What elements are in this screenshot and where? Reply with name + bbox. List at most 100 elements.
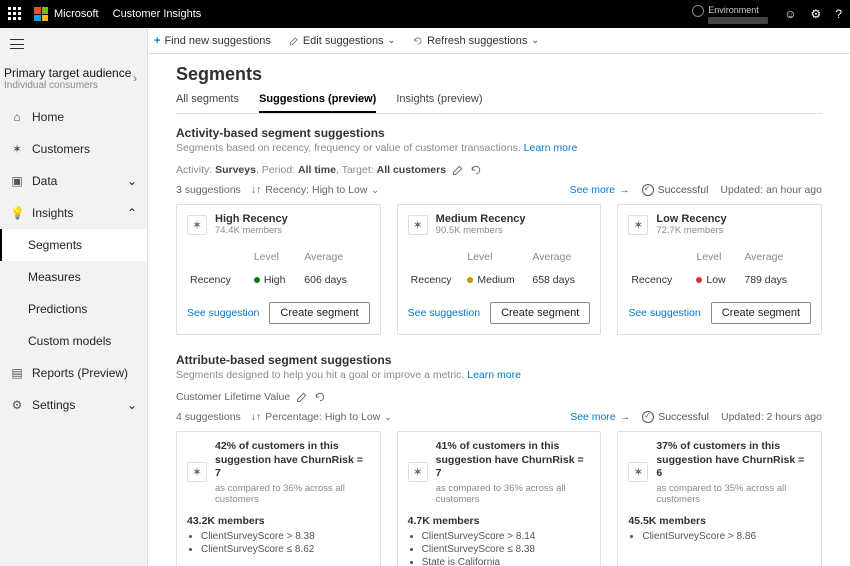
chevron-down-icon: ⌄ bbox=[127, 174, 137, 188]
cmd-find-suggestions[interactable]: + Find new suggestions bbox=[154, 35, 271, 47]
learn-more-link[interactable]: Learn more bbox=[467, 369, 521, 381]
col-average: Average bbox=[531, 250, 588, 271]
nav-segments-label: Segments bbox=[28, 238, 82, 252]
gear-icon: ⚙ bbox=[10, 398, 24, 412]
rule-list: ClientSurveyScore > 8.86 bbox=[628, 531, 811, 544]
people-icon: ✶ bbox=[10, 142, 24, 156]
cmd-edit-label: Edit suggestions bbox=[303, 35, 384, 47]
check-circle-icon bbox=[642, 184, 654, 196]
environment-name-redacted bbox=[708, 17, 768, 24]
card-members: 43.2K members bbox=[187, 515, 370, 527]
sort-control[interactable]: ↓↑ Percentage: High to Low ⌄ bbox=[251, 411, 392, 423]
period-prefix: , Period: bbox=[256, 164, 298, 176]
see-more-link[interactable]: See more→ bbox=[570, 184, 630, 196]
environment-icon bbox=[692, 5, 704, 17]
learn-more-link[interactable]: Learn more bbox=[524, 142, 578, 154]
activity-card: ✶ High Recency 74.4K members LevelAverag… bbox=[176, 204, 381, 335]
environment-picker[interactable]: Environment bbox=[692, 5, 768, 24]
metric-level: High bbox=[253, 273, 301, 290]
col-level: Level bbox=[695, 250, 741, 271]
activity-section-desc-text: Segments based on recency, frequency or … bbox=[176, 142, 524, 154]
metric-level: Medium bbox=[466, 273, 529, 290]
card-members: 45.5K members bbox=[628, 515, 811, 527]
nav-data[interactable]: ▣Data ⌄ bbox=[0, 165, 147, 197]
nav-customers[interactable]: ✶ Customers bbox=[0, 133, 147, 165]
segment-icon: ✶ bbox=[187, 462, 207, 482]
page-title: Segments bbox=[176, 64, 822, 85]
audience-selector[interactable]: Primary target audience Individual consu… bbox=[0, 60, 147, 101]
arrow-right-icon: → bbox=[619, 184, 630, 196]
nav-settings-label: Settings bbox=[32, 398, 75, 412]
settings-icon[interactable]: ⚙ bbox=[811, 7, 822, 21]
rule-bullet: ClientSurveyScore > 8.86 bbox=[642, 531, 811, 542]
metric-average: 789 days bbox=[743, 273, 809, 290]
nav-insights-label: Insights bbox=[32, 206, 73, 220]
see-suggestion-link[interactable]: See suggestion bbox=[187, 307, 259, 319]
nav-toggle[interactable] bbox=[0, 28, 147, 60]
nav-reports[interactable]: ▤ Reports (Preview) bbox=[0, 357, 147, 389]
status-badge: Successful bbox=[642, 184, 709, 196]
chevron-up-icon: ⌃ bbox=[127, 206, 137, 220]
nav-predictions[interactable]: Predictions bbox=[0, 293, 147, 325]
nav-measures-label: Measures bbox=[28, 270, 81, 284]
refresh-icon bbox=[413, 36, 423, 46]
nav-home[interactable]: ⌂ Home bbox=[0, 101, 147, 133]
tab-insights[interactable]: Insights (preview) bbox=[396, 93, 482, 113]
pencil-icon[interactable] bbox=[452, 164, 464, 176]
feedback-icon[interactable]: ☺ bbox=[784, 7, 796, 21]
nav-segments[interactable]: Segments bbox=[0, 229, 147, 261]
refresh-icon[interactable] bbox=[314, 391, 326, 403]
cmd-find-label: Find new suggestions bbox=[164, 35, 270, 47]
card-compare: as compared to 36% across all customers bbox=[436, 483, 591, 505]
card-members: 74.4K members bbox=[215, 225, 288, 236]
tab-all-segments[interactable]: All segments bbox=[176, 93, 239, 113]
product-name: Customer Insights bbox=[113, 8, 202, 20]
sort-label: Percentage: High to Low bbox=[265, 411, 380, 423]
col-average: Average bbox=[743, 250, 809, 271]
rule-bullet: State is California bbox=[422, 557, 591, 566]
activity-value: Surveys bbox=[215, 164, 256, 176]
status-text: Successful bbox=[658, 411, 709, 423]
metric-row-label: Recency bbox=[630, 273, 693, 290]
status-badge: Successful bbox=[642, 411, 709, 423]
cmd-edit-suggestions[interactable]: Edit suggestions ⌄ bbox=[289, 35, 395, 47]
card-headline: 42% of customers in this suggestion have… bbox=[215, 440, 370, 481]
col-level: Level bbox=[253, 250, 301, 271]
nav-custom-models[interactable]: Custom models bbox=[0, 325, 147, 357]
tab-suggestions[interactable]: Suggestions (preview) bbox=[259, 93, 376, 113]
activity-section-desc: Segments based on recency, frequency or … bbox=[176, 142, 822, 154]
nav-settings[interactable]: ⚙Settings ⌄ bbox=[0, 389, 147, 421]
see-more-link[interactable]: See more→ bbox=[570, 411, 630, 423]
app-launcher-icon[interactable] bbox=[8, 7, 22, 21]
audience-subtitle: Individual consumers bbox=[4, 80, 131, 91]
cmd-refresh-suggestions[interactable]: Refresh suggestions ⌄ bbox=[413, 35, 539, 47]
nav-measures[interactable]: Measures bbox=[0, 261, 147, 293]
sort-control[interactable]: ↓↑ Recency: High to Low ⌄ bbox=[251, 184, 379, 196]
pencil-icon[interactable] bbox=[296, 391, 308, 403]
see-suggestion-link[interactable]: See suggestion bbox=[628, 307, 700, 319]
brand: Microsoft bbox=[34, 7, 99, 21]
target-value: All customers bbox=[377, 164, 446, 176]
attribute-card: ✶ 42% of customers in this suggestion ha… bbox=[176, 431, 381, 566]
left-nav: Primary target audience Individual consu… bbox=[0, 28, 148, 566]
see-suggestion-link[interactable]: See suggestion bbox=[408, 307, 480, 319]
main-content: + Find new suggestions Edit suggestions … bbox=[148, 28, 850, 566]
card-headline: 37% of customers in this suggestion have… bbox=[656, 440, 811, 481]
create-segment-button[interactable]: Create segment bbox=[490, 302, 590, 324]
create-segment-button[interactable]: Create segment bbox=[711, 302, 811, 324]
audience-title: Primary target audience bbox=[4, 66, 131, 80]
help-icon[interactable]: ? bbox=[835, 7, 842, 21]
reports-icon: ▤ bbox=[10, 366, 24, 380]
card-compare: as compared to 36% across all customers bbox=[215, 483, 370, 505]
period-value: All time bbox=[298, 164, 336, 176]
create-segment-button[interactable]: Create segment bbox=[269, 302, 369, 324]
metric-row-label: Recency bbox=[189, 273, 251, 290]
attribute-section-desc: Segments designed to help you hit a goal… bbox=[176, 369, 822, 381]
refresh-icon[interactable] bbox=[470, 164, 482, 176]
card-members: 4.7K members bbox=[408, 515, 591, 527]
col-average: Average bbox=[303, 250, 367, 271]
nav-insights[interactable]: 💡Insights ⌃ bbox=[0, 197, 147, 229]
activity-summary: Activity: Surveys, Period: All time, Tar… bbox=[176, 164, 822, 176]
check-circle-icon bbox=[642, 411, 654, 423]
sort-icon: ↓↑ bbox=[251, 411, 262, 423]
